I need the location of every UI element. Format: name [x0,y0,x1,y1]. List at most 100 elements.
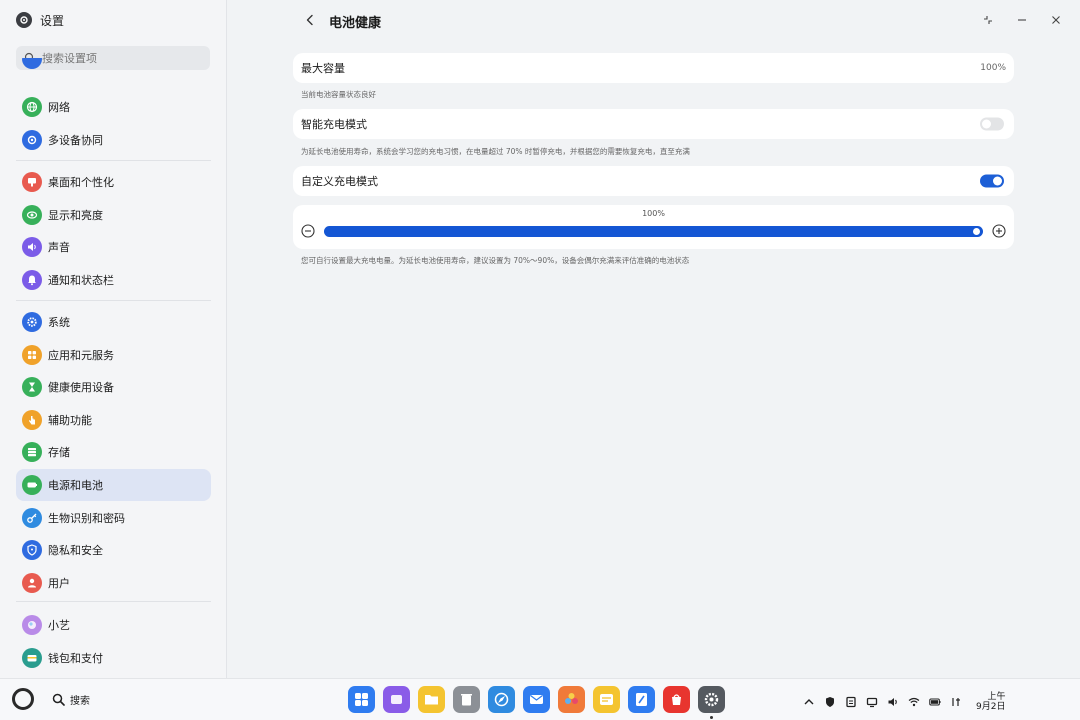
sidebar-item-label: 应用和元服务 [48,349,114,362]
slider-fill [324,226,983,237]
app-gallery-icon[interactable] [663,686,690,713]
sidebar-item-user[interactable]: 用户 [16,567,211,599]
accessibility-hand-icon [22,410,42,430]
app-center-icon[interactable] [348,686,375,713]
sidebar-item-label: 辅助功能 [48,414,92,427]
browser-icon[interactable] [488,686,515,713]
sound-icon [22,237,42,257]
sidebar-item-label: 隐私和安全 [48,544,103,557]
system-gear-icon [22,312,42,332]
clock-time: 上午 [987,692,1006,702]
sidebar-item-label: 网络 [48,101,70,114]
sidebar-item-label: 系统 [48,316,70,329]
key-icon [22,508,42,528]
system-tray: 上午 9月2日 [802,692,1005,712]
sidebar-item-label: 健康使用设备 [48,381,114,394]
toggle-knob [993,176,1002,186]
smart-charging-toggle[interactable] [980,117,1004,131]
custom-charging-hint: 您可自行设置最大充电电量。为延长电池使用寿命，建议设置为 70%～90%，设备会… [301,256,690,265]
custom-charging-card[interactable]: 自定义充电模式 [293,166,1014,196]
sidebar-item-system-gear[interactable]: 系统 [16,306,211,338]
slider-thumb[interactable] [973,228,980,235]
hourglass-icon [22,377,42,397]
page-title: 电池健康 [329,16,382,31]
running-indicator [710,716,713,719]
increase-button[interactable] [992,224,1006,238]
sidebar-item-privacy-shield[interactable]: 隐私和安全 [16,534,211,566]
back-button[interactable] [302,12,318,28]
max-capacity-card: 最大容量 100% [293,53,1014,83]
sidebar-item-hourglass[interactable]: 健康使用设备 [16,371,211,403]
sidebar-item-label: 通知和状态栏 [48,274,114,287]
sidebar-item-key[interactable]: 生物识别和密码 [16,502,211,534]
sidebar-item-desktop-personalize[interactable]: 桌面和个性化 [16,166,211,198]
minimize-window-button[interactable] [1015,13,1029,27]
sidebar-item-label: 桌面和个性化 [48,176,114,189]
sidebar-item-label: 声音 [48,241,70,254]
clock-date: 9月2日 [976,702,1006,712]
max-capacity-value: 100% [980,63,1006,73]
volume-icon[interactable] [886,695,900,709]
minus-circle-icon [301,224,315,238]
sidebar-item-multi-device[interactable]: 多设备协同 [16,124,211,156]
restore-window-button[interactable] [981,13,995,27]
taskbar-search-button[interactable]: 搜索 [52,692,90,707]
app-title: 设置 [40,13,65,28]
app-header: 设置 [0,0,226,40]
sidebar-item-partial[interactable] [16,58,211,74]
charge-limit-slider[interactable] [324,226,983,237]
decrease-button[interactable] [301,224,315,238]
multi-device-icon [22,130,42,150]
docs-icon[interactable] [628,686,655,713]
max-capacity-label: 最大容量 [301,62,345,75]
sidebar-item-celia-assistant[interactable]: 小艺 [16,609,211,641]
notes-icon[interactable] [593,686,620,713]
trash-icon[interactable] [453,686,480,713]
sidebar-item-battery[interactable]: 电源和电池 [16,469,211,501]
chevron-up-icon[interactable] [802,695,816,709]
sidebar-item-network[interactable]: 网络 [16,91,211,123]
wifi-icon[interactable] [907,695,921,709]
security-shield-icon[interactable] [823,695,837,709]
minimize-icon [1018,19,1026,21]
desktop-personalize-icon [22,172,42,192]
settings-icon[interactable] [698,686,725,719]
email-icon[interactable] [523,686,550,713]
sidebar-item-label: 存储 [48,446,70,459]
search-icon [52,693,65,706]
clipboard-icon[interactable] [844,695,858,709]
user-icon [22,573,42,593]
taskbar-search-label: 搜索 [70,696,90,707]
multitask-icon[interactable] [383,686,410,713]
smart-charging-hint: 为延长电池使用寿命，系统会学习您的充电习惯，在电量超过 70% 时暂停充电，并根… [301,147,690,156]
close-window-button[interactable] [1049,13,1063,27]
charge-limit-card: 100% [293,205,1014,249]
dock [348,686,733,719]
celia-assistant-icon [22,615,42,635]
files-icon[interactable] [418,686,445,713]
start-button[interactable] [12,688,34,710]
toggle-knob [982,119,991,129]
clock[interactable]: 上午 9月2日 [976,692,1005,712]
sidebar-item-notification-bell[interactable]: 通知和状态栏 [16,264,211,296]
sidebar-item-wallet[interactable]: 钱包和支付 [16,642,211,674]
input-method-icon[interactable] [949,695,963,709]
screen-cast-icon[interactable] [865,695,879,709]
notification-bell-icon [22,270,42,290]
chevron-left-icon [306,14,313,26]
sidebar-item-display-brightness[interactable]: 显示和亮度 [16,199,211,231]
sidebar-item-sound[interactable]: 声音 [16,231,211,263]
sidebar-item-label: 小艺 [48,619,70,632]
network-icon [22,97,42,117]
battery-icon[interactable] [928,695,942,709]
custom-charging-toggle[interactable] [980,174,1004,188]
sidebar-item-storage[interactable]: 存储 [16,436,211,468]
gallery-icon[interactable] [558,686,585,713]
custom-charging-label: 自定义充电模式 [301,175,378,188]
sidebar-item-label: 显示和亮度 [48,209,103,222]
smart-charging-card[interactable]: 智能充电模式 [293,109,1014,139]
sidebar-item-accessibility-hand[interactable]: 辅助功能 [16,404,211,436]
plus-circle-icon [992,224,1006,238]
sidebar-item-apps-grid[interactable]: 应用和元服务 [16,339,211,371]
sidebar-divider [16,300,211,301]
